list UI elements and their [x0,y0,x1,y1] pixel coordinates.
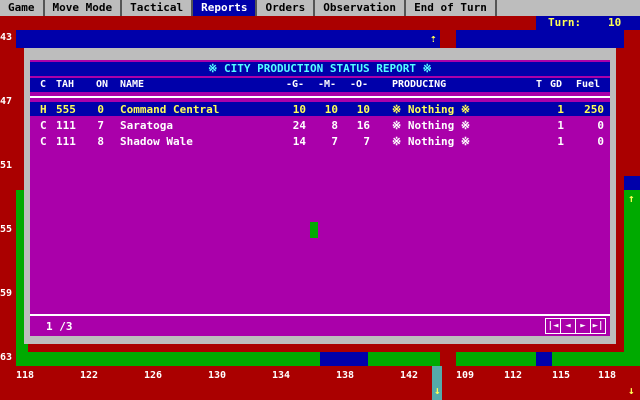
cell-t: 1 [557,135,564,148]
table-row[interactable]: C 111 8 Shadow Wale 14 7 7 ※ Nothing ※ 1 0 [30,134,610,148]
map-x-label: 142 [400,370,419,381]
cell-tah: 111 [56,135,76,148]
map-y-label: 51 [0,160,13,171]
map-x-label: 118 [598,370,617,381]
turn-label: Turn: [548,16,582,29]
cell-gd: 250 [584,103,604,116]
map-land-right [624,190,640,352]
map-terrain-bottom [440,352,456,366]
map-terrain-block [440,30,456,48]
cell-o: 7 [363,135,370,148]
header-on[interactable]: ON [96,79,108,90]
map-x-label: 112 [504,370,523,381]
map-y-label: 47 [0,96,13,107]
cell-on: 0 [97,103,104,116]
table-row[interactable]: H 555 0 Command Central 10 10 10 ※ Nothing ※ 1 25… [30,102,610,116]
down-arrow-icon[interactable]: ↓ [628,384,635,397]
header-producing[interactable]: PRODUCING [392,79,446,90]
header-o[interactable]: -O- [350,79,368,90]
cell-c: C [40,135,47,148]
header-fuel[interactable]: Fuel [576,79,600,90]
map-x-label: 109 [456,370,475,381]
cell-gd: 0 [597,135,604,148]
page-indicator: 1 /3 [46,320,73,333]
last-page-button[interactable]: ►| [590,318,606,334]
map-water-bottom-2 [536,352,552,366]
up-arrow-icon[interactable]: ↑ [628,192,635,205]
cell-g: 24 [292,119,306,132]
cell-producing: ※ Nothing ※ [392,135,471,148]
map-x-label: 126 [144,370,163,381]
menu-tactical[interactable]: Tactical [122,0,194,16]
cell-g: 14 [292,135,306,148]
report-body: ※ CITY PRODUCTION STATUS REPORT ※ C TAH … [30,60,610,336]
map-x-label: 134 [272,370,291,381]
footer-divider [30,314,610,316]
map-water-strip [16,30,624,48]
map-x-label: 122 [80,370,99,381]
cell-g: 10 [292,103,306,116]
cell-name: Command Central [120,103,220,116]
map-y-label: 43 [0,32,13,43]
next-page-button[interactable]: ► [575,318,591,334]
map-x-label: 115 [552,370,571,381]
map-x-label: 138 [336,370,355,381]
menu-game[interactable]: Game [0,0,45,16]
cell-tah: 111 [56,119,76,132]
map-y-label: 63 [0,352,13,363]
cell-o: 16 [356,119,370,132]
header-divider [30,96,610,98]
header-g[interactable]: -G- [286,79,304,90]
cell-gd: 0 [597,119,604,132]
cell-c: C [40,119,47,132]
header-m[interactable]: -M- [318,79,336,90]
table-row[interactable]: C 111 7 Saratoga 24 8 16 ※ Nothing ※ 1 0 [30,118,610,132]
header-name[interactable]: NAME [120,79,144,90]
header-gd[interactable]: GD [550,79,562,90]
menu-end-of-turn[interactable]: End of Turn [406,0,497,16]
cell-on: 7 [97,119,104,132]
menu-move-mode[interactable]: Move Mode [45,0,123,16]
cursor-block [310,222,318,238]
down-arrow-icon[interactable]: ↓ [434,384,441,397]
header-tah[interactable]: TAH [56,79,74,90]
map-x-label: 118 [16,370,35,381]
menu-orders[interactable]: Orders [257,0,316,16]
cell-name: Shadow Wale [120,135,193,148]
map-y-label: 59 [0,288,13,299]
cell-producing: ※ Nothing ※ [392,119,471,132]
map-water-bottom [320,352,368,366]
pager-controls: |◄ ◄ ► ►| [545,318,606,334]
city-production-report-window: ※ CITY PRODUCTION STATUS REPORT ※ C TAH … [24,48,616,344]
cell-m: 7 [331,135,338,148]
turn-indicator: Turn: 10 [536,16,640,30]
up-arrow-icon[interactable]: ⇡ [430,32,437,45]
cell-m: 8 [331,119,338,132]
report-title: ※ CITY PRODUCTION STATUS REPORT ※ [30,62,610,76]
cell-m: 10 [324,103,338,116]
prev-page-button[interactable]: ◄ [560,318,576,334]
cell-producing: ※ Nothing ※ [392,103,471,116]
cell-c: H [40,103,47,116]
header-t[interactable]: T [536,79,542,90]
cell-name: Saratoga [120,119,173,132]
cell-tah: 555 [56,103,76,116]
cell-o: 10 [356,103,370,116]
column-headers: C TAH ON NAME -G- -M- -O- PRODUCING T GD… [30,78,610,92]
map-x-label: 130 [208,370,227,381]
menu-bar: Game Move Mode Tactical Reports Orders Observ… [0,0,640,16]
first-page-button[interactable]: |◄ [545,318,561,334]
menu-reports[interactable]: Reports [193,0,258,16]
map-y-label: 55 [0,224,13,235]
cell-on: 8 [97,135,104,148]
menu-observation[interactable]: Observation [315,0,407,16]
cell-t: 1 [557,119,564,132]
turn-value: 10 [608,16,622,29]
header-c[interactable]: C [40,79,46,90]
cell-t: 1 [557,103,564,116]
